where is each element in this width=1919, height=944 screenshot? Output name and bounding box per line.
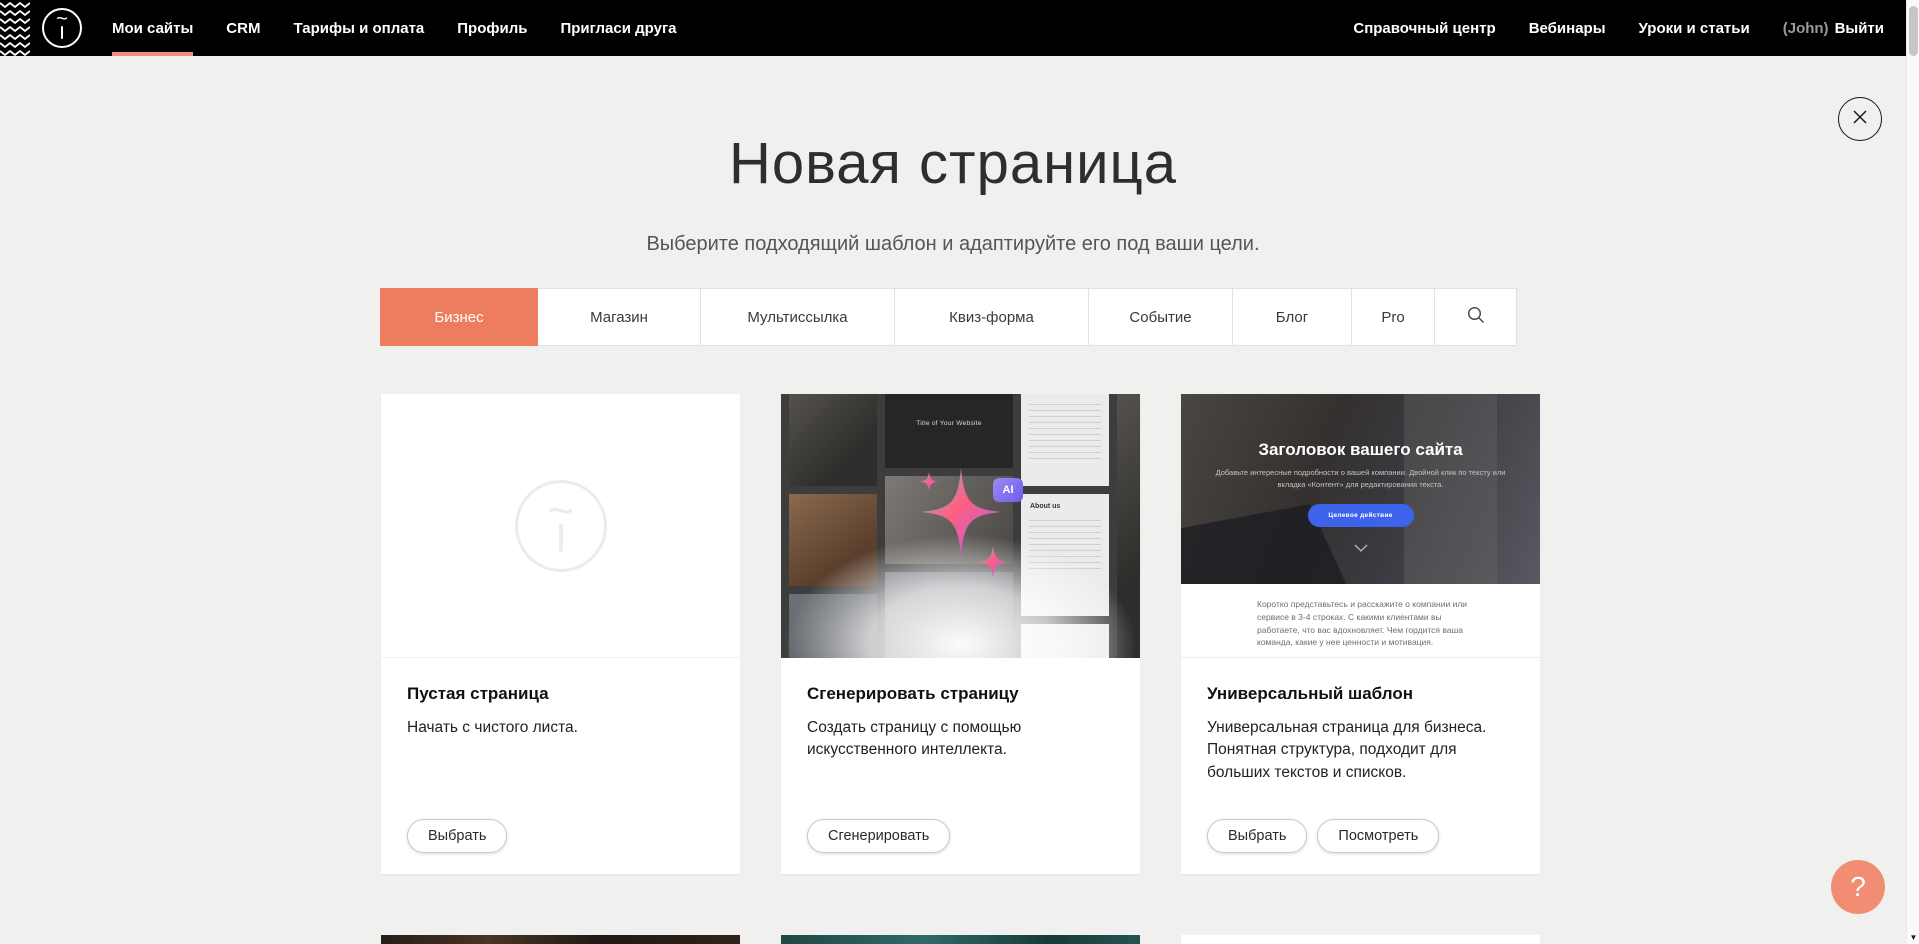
ai-generate-preview[interactable]: Title of Your Website About us (781, 394, 1140, 658)
tab-multilink-label: Мультиссылка (747, 309, 847, 326)
nav-help-center[interactable]: Справочный центр (1353, 0, 1495, 56)
tab-search[interactable] (1435, 288, 1517, 346)
close-button[interactable] (1838, 97, 1882, 141)
help-button[interactable]: ? (1831, 860, 1885, 914)
template-category-tabs: Бизнес Магазин Мультиссылка Квиз-форма С… (380, 288, 1517, 346)
card-blank-actions: Выбрать (407, 819, 507, 853)
tilda-logo-icon[interactable]: ~ (42, 8, 82, 48)
nav-crm[interactable]: CRM (226, 0, 260, 56)
partial-card-2[interactable] (781, 935, 1140, 944)
tilda-watermark-icon: ~ (515, 480, 607, 572)
tab-quiz-form-label: Квиз-форма (949, 309, 1034, 326)
nav-help-center-label: Справочный центр (1353, 20, 1495, 37)
ai-sparkle-icon (889, 450, 1039, 605)
nav-invite-friend[interactable]: Пригласи друга (560, 0, 676, 56)
template-cta-button: Целевое действие (1308, 504, 1414, 527)
chevron-down-icon (1354, 539, 1368, 557)
nav-tariffs[interactable]: Тарифы и оплата (293, 0, 424, 56)
page-scrollbar[interactable]: ▼ (1906, 0, 1919, 944)
choose-blank-button[interactable]: Выбрать (407, 819, 507, 853)
page-title: Новая страница (0, 130, 1906, 197)
nav-lessons[interactable]: Уроки и статьи (1639, 0, 1750, 56)
nav-webinars-label: Вебинары (1529, 20, 1606, 37)
watermark-tilde: ~ (547, 500, 574, 520)
card-universal-actions: Выбрать Посмотреть (1207, 819, 1439, 853)
question-mark-icon: ? (1850, 871, 1866, 903)
secondary-nav: Справочный центр Вебинары Уроки и статьи… (1353, 0, 1884, 56)
card-blank-body: Пустая страница Начать с чистого листа. (381, 658, 740, 739)
card-universal-description: Универсальная страница для бизнеса. Поня… (1207, 717, 1514, 784)
card-ai-title: Сгенерировать страницу (807, 684, 1114, 704)
active-nav-underline (112, 52, 193, 56)
tab-multilink[interactable]: Мультиссылка (701, 288, 895, 346)
tab-blog[interactable]: Блог (1233, 288, 1352, 346)
nav-my-sites[interactable]: Мои сайты (112, 0, 193, 56)
partial-card-1[interactable] (381, 935, 740, 944)
view-universal-button[interactable]: Посмотреть (1317, 819, 1439, 853)
tab-store[interactable]: Магазин (538, 288, 701, 346)
nav-crm-label: CRM (226, 20, 260, 37)
zigzag-pattern (0, 0, 30, 56)
tab-event-label: Событие (1129, 309, 1191, 326)
partial-card-3[interactable] (1181, 935, 1540, 944)
card-blank-title: Пустая страница (407, 684, 714, 704)
tab-pro[interactable]: Pro (1352, 288, 1435, 346)
main-nav: Мои сайты CRM Тарифы и оплата Профиль Пр… (112, 0, 677, 56)
page-subtitle: Выберите подходящий шаблон и адаптируйте… (0, 233, 1906, 256)
scrollbar-thumb[interactable] (1909, 6, 1918, 56)
generate-button[interactable]: Сгенерировать (807, 819, 950, 853)
tab-blog-label: Блог (1276, 309, 1308, 326)
tilda-logo-tilde: ~ (56, 15, 68, 24)
tilda-logo-stem (61, 26, 64, 39)
tilda-new-page-screen: ~ Мои сайты CRM Тарифы и оплата Профиль … (0, 0, 1919, 944)
search-icon (1466, 305, 1486, 329)
universal-template-preview[interactable]: Заголовок вашего сайта Добавьте интересн… (1181, 394, 1540, 658)
user-logout[interactable]: (John) Выйти (1783, 0, 1884, 56)
scroll-down-arrow-icon[interactable]: ▼ (1907, 933, 1919, 942)
top-navbar: ~ Мои сайты CRM Тарифы и оплата Профиль … (0, 0, 1906, 56)
card-universal-body: Универсальный шаблон Универсальная стран… (1181, 658, 1540, 784)
close-icon (1850, 107, 1870, 132)
nav-profile[interactable]: Профиль (457, 0, 527, 56)
card-ai-actions: Сгенерировать (807, 819, 950, 853)
blank-page-preview[interactable]: ~ (381, 394, 740, 658)
tab-business-label: Бизнес (434, 309, 483, 326)
nav-my-sites-label: Мои сайты (112, 20, 193, 37)
choose-universal-button[interactable]: Выбрать (1207, 819, 1307, 853)
card-ai-generate: Title of Your Website About us (781, 394, 1140, 874)
watermark-stem (559, 524, 563, 552)
card-blank-page: ~ Пустая страница Начать с чистого листа… (381, 394, 740, 874)
card-universal-title: Универсальный шаблон (1207, 684, 1514, 704)
card-universal-template: Заголовок вашего сайта Добавьте интересн… (1181, 394, 1540, 874)
ai-badge: AI (993, 478, 1023, 502)
nav-webinars[interactable]: Вебинары (1529, 0, 1606, 56)
next-cards-row-partial (381, 935, 1540, 944)
nav-profile-label: Профиль (457, 20, 527, 37)
nav-tariffs-label: Тарифы и оплата (293, 20, 424, 37)
template-body-section: Коротко представьтесь и расскажите о ком… (1181, 584, 1540, 658)
card-ai-description: Создать страницу с помощью искусственног… (807, 717, 1057, 762)
tab-store-label: Магазин (590, 309, 648, 326)
template-hero: Заголовок вашего сайта Добавьте интересн… (1181, 394, 1540, 584)
tab-business[interactable]: Бизнес (380, 288, 538, 346)
tab-quiz-form[interactable]: Квиз-форма (895, 288, 1089, 346)
template-cards-row: ~ Пустая страница Начать с чистого листа… (381, 394, 1540, 874)
template-hero-subtitle: Добавьте интересные подробности о вашей … (1206, 467, 1515, 490)
nav-invite-friend-label: Пригласи друга (560, 20, 676, 37)
card-ai-body: Сгенерировать страницу Создать страницу … (781, 658, 1140, 762)
card-blank-description: Начать с чистого листа. (407, 717, 714, 739)
nav-lessons-label: Уроки и статьи (1639, 20, 1750, 37)
logout-label: Выйти (1835, 20, 1884, 37)
tab-pro-label: Pro (1381, 309, 1404, 326)
template-body-text: Коротко представьтесь и расскажите о ком… (1257, 598, 1469, 649)
user-name: (John) (1783, 20, 1829, 37)
template-hero-title: Заголовок вашего сайта (1181, 440, 1540, 460)
tab-event[interactable]: Событие (1089, 288, 1233, 346)
